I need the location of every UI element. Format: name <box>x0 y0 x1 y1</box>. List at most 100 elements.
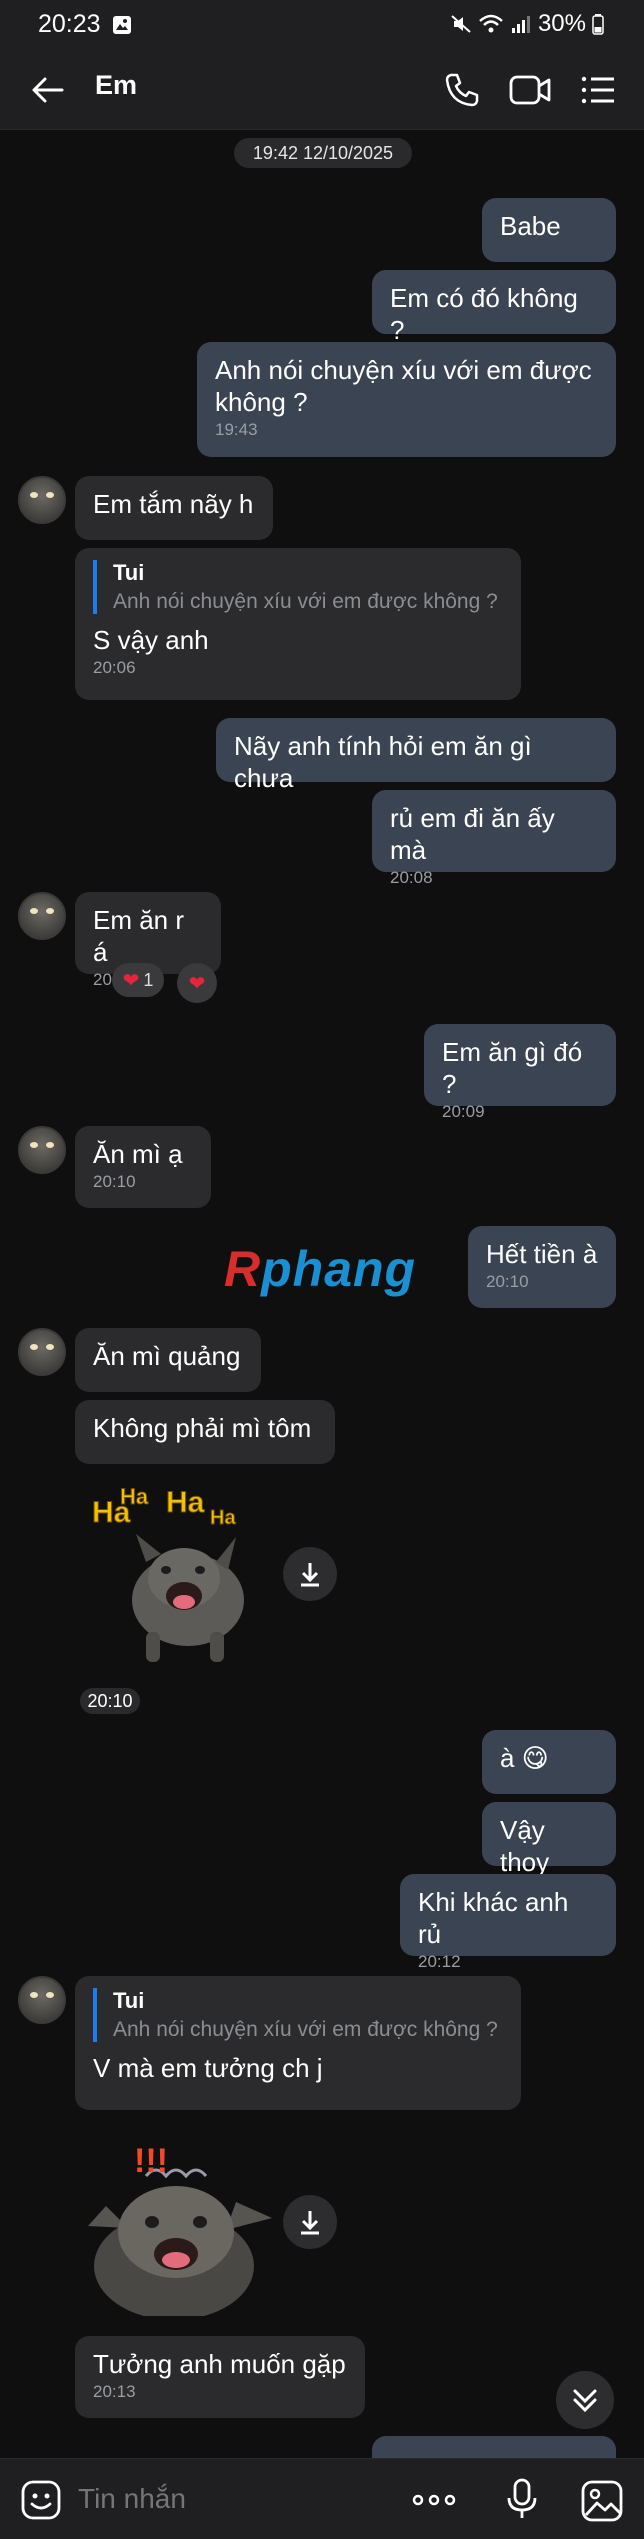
laughing-dog-image: Ha Ha Ha Ha <box>92 1484 244 1662</box>
heart-icon: ❤ <box>122 969 140 992</box>
message-bubble-incoming-reply[interactable]: Tui Anh nói chuyện xíu với em được không… <box>75 548 521 700</box>
message-text: S vậy anh <box>93 625 209 655</box>
battery-icon <box>592 14 604 35</box>
message-time: 20:08 <box>390 868 433 887</box>
shocked-dog-image: !!! <box>88 2142 272 2316</box>
message-bubble-incoming[interactable]: Ăn mì ạ 20:10 <box>75 1126 211 1208</box>
message-bubble-outgoing[interactable]: Hết tiền à 20:10 <box>468 1226 616 1308</box>
avatar[interactable] <box>18 1328 66 1376</box>
status-time: 20:23 <box>38 10 101 38</box>
gallery-notification-icon <box>113 16 131 34</box>
heart-icon: ❤ <box>188 972 206 995</box>
message-input[interactable] <box>78 2483 398 2515</box>
message-text: Tưởng anh muốn gặp <box>93 2349 346 2379</box>
message-bubble-incoming[interactable]: Ăn mì quảng <box>75 1328 261 1392</box>
svg-text:Ha: Ha <box>120 1484 149 1509</box>
message-text: Nãy anh tính hỏi em ăn gì chưa <box>234 731 539 793</box>
message-text: Ăn mì ạ <box>93 1139 183 1169</box>
message-text: V mà em tưởng ch j <box>93 2053 323 2083</box>
reaction-badge[interactable]: ❤ 1 <box>112 963 164 997</box>
watermark-rest: phang <box>261 1241 417 1297</box>
message-bubble-incoming[interactable]: Không phải mì tôm <box>75 1400 335 1464</box>
quoted-message[interactable]: Tui Anh nói chuyện xíu với em được không… <box>93 1988 503 2042</box>
watermark-logo: Rphang <box>224 1240 416 1298</box>
mic-icon[interactable] <box>502 2477 542 2521</box>
svg-text:Ha: Ha <box>210 1507 236 1529</box>
message-text: à 😋 <box>500 1743 549 1773</box>
wifi-icon <box>479 14 503 33</box>
message-text: Anh nói chuyện xíu với em được không ? <box>215 355 599 417</box>
download-icon <box>301 2211 319 2235</box>
message-text: Em ăn gì đó ? <box>442 1037 590 1099</box>
message-bubble-outgoing[interactable]: Anh nói chuyện xíu với em được không ? 1… <box>197 342 616 457</box>
message-bubble-incoming[interactable]: Em ăn r á 20:09 <box>75 892 221 989</box>
quoted-sender: Tui <box>113 1988 145 2013</box>
back-icon[interactable] <box>28 70 68 110</box>
call-icon[interactable] <box>442 70 482 110</box>
quoted-sender: Tui <box>113 560 145 585</box>
message-bubble-outgoing[interactable]: Khi khác anh rủ 20:12 <box>400 1874 616 1971</box>
laughing-dog-sticker[interactable]: Ha Ha Ha Ha <box>86 1482 266 1672</box>
avatar[interactable] <box>18 476 66 524</box>
message-text: Ăn mì quảng <box>93 1341 241 1371</box>
status-bar: 20:23 30% <box>0 0 644 50</box>
message-time: 20:10 <box>486 1272 529 1291</box>
message-bubble-outgoing-partial[interactable] <box>372 2436 616 2458</box>
download-button[interactable] <box>283 2195 337 2249</box>
menu-icon[interactable] <box>578 70 618 110</box>
emoji-icon[interactable] <box>20 2479 62 2521</box>
message-input-bar <box>0 2458 644 2539</box>
message-text: Vậy thoy <box>500 1815 553 1877</box>
message-bubble-incoming-reply[interactable]: Tui Anh nói chuyện xíu với em được không… <box>75 1976 521 2110</box>
quoted-text: Anh nói chuyện xíu với em được không ? <box>113 2018 498 2041</box>
message-bubble-outgoing[interactable]: Em ăn gì đó ? 20:09 <box>424 1024 616 1121</box>
message-bubble-outgoing[interactable]: Babe <box>482 198 616 262</box>
more-icon[interactable] <box>410 2483 458 2517</box>
chat-header: Em <box>0 50 644 130</box>
message-text: rủ em đi ăn ấy mà <box>390 803 562 865</box>
add-reaction-button[interactable]: ❤ <box>177 963 217 1003</box>
message-text: Babe <box>500 211 561 241</box>
shocked-dog-sticker[interactable]: !!! <box>86 2136 276 2316</box>
status-right: 30% <box>450 10 604 38</box>
date-separator: 19:42 12/10/2025 <box>234 138 412 168</box>
message-time: 20:12 <box>418 1952 461 1971</box>
watermark-r: R <box>224 1241 262 1297</box>
message-time: 20:06 <box>93 658 136 677</box>
message-time: 20:10 <box>93 1172 136 1191</box>
reaction-count: 1 <box>143 969 154 990</box>
scroll-down-icon <box>573 2389 597 2413</box>
chat-title[interactable]: Em <box>95 70 137 101</box>
video-call-icon[interactable] <box>508 68 552 112</box>
message-bubble-outgoing[interactable]: Em có đó không ? <box>372 270 616 345</box>
download-icon <box>301 1563 319 1587</box>
sticker-time: 20:10 <box>80 1688 140 1714</box>
message-text: Em ăn r á <box>93 905 192 967</box>
avatar[interactable] <box>18 1976 66 2024</box>
signal-icon <box>511 16 530 33</box>
message-bubble-outgoing[interactable]: Nãy anh tính hỏi em ăn gì chưa <box>216 718 616 793</box>
message-bubble-incoming[interactable]: Em tắm nãy h <box>75 476 273 540</box>
quoted-text: Anh nói chuyện xíu với em được không ? <box>113 590 498 613</box>
avatar[interactable] <box>18 1126 66 1174</box>
message-time: 19:43 <box>215 420 258 439</box>
message-text: Em tắm nãy h <box>93 489 254 519</box>
message-bubble-outgoing[interactable]: à 😋 <box>482 1730 616 1794</box>
message-time: 20:09 <box>442 1102 485 1121</box>
message-bubble-outgoing[interactable]: rủ em đi ăn ấy mà 20:08 <box>372 790 616 887</box>
message-text: Không phải mì tôm <box>93 1413 312 1443</box>
message-bubble-outgoing[interactable]: Vậy thoy <box>482 1802 616 1877</box>
scroll-to-bottom-button[interactable] <box>556 2371 614 2429</box>
message-text: Em có đó không ? <box>390 283 586 345</box>
message-time: 20:13 <box>93 2382 136 2401</box>
message-bubble-incoming[interactable]: Tưởng anh muốn gặp 20:13 <box>75 2336 365 2418</box>
message-text: Hết tiền à <box>486 1239 598 1269</box>
svg-text:Ha: Ha <box>166 1486 205 1519</box>
download-button[interactable] <box>283 1547 337 1601</box>
avatar[interactable] <box>18 892 66 940</box>
quoted-message[interactable]: Tui Anh nói chuyện xíu với em được không… <box>93 560 503 614</box>
mute-icon <box>451 15 471 33</box>
message-text: Khi khác anh rủ <box>418 1887 576 1949</box>
svg-text:!!!: !!! <box>134 2142 168 2180</box>
image-icon[interactable] <box>580 2479 624 2523</box>
